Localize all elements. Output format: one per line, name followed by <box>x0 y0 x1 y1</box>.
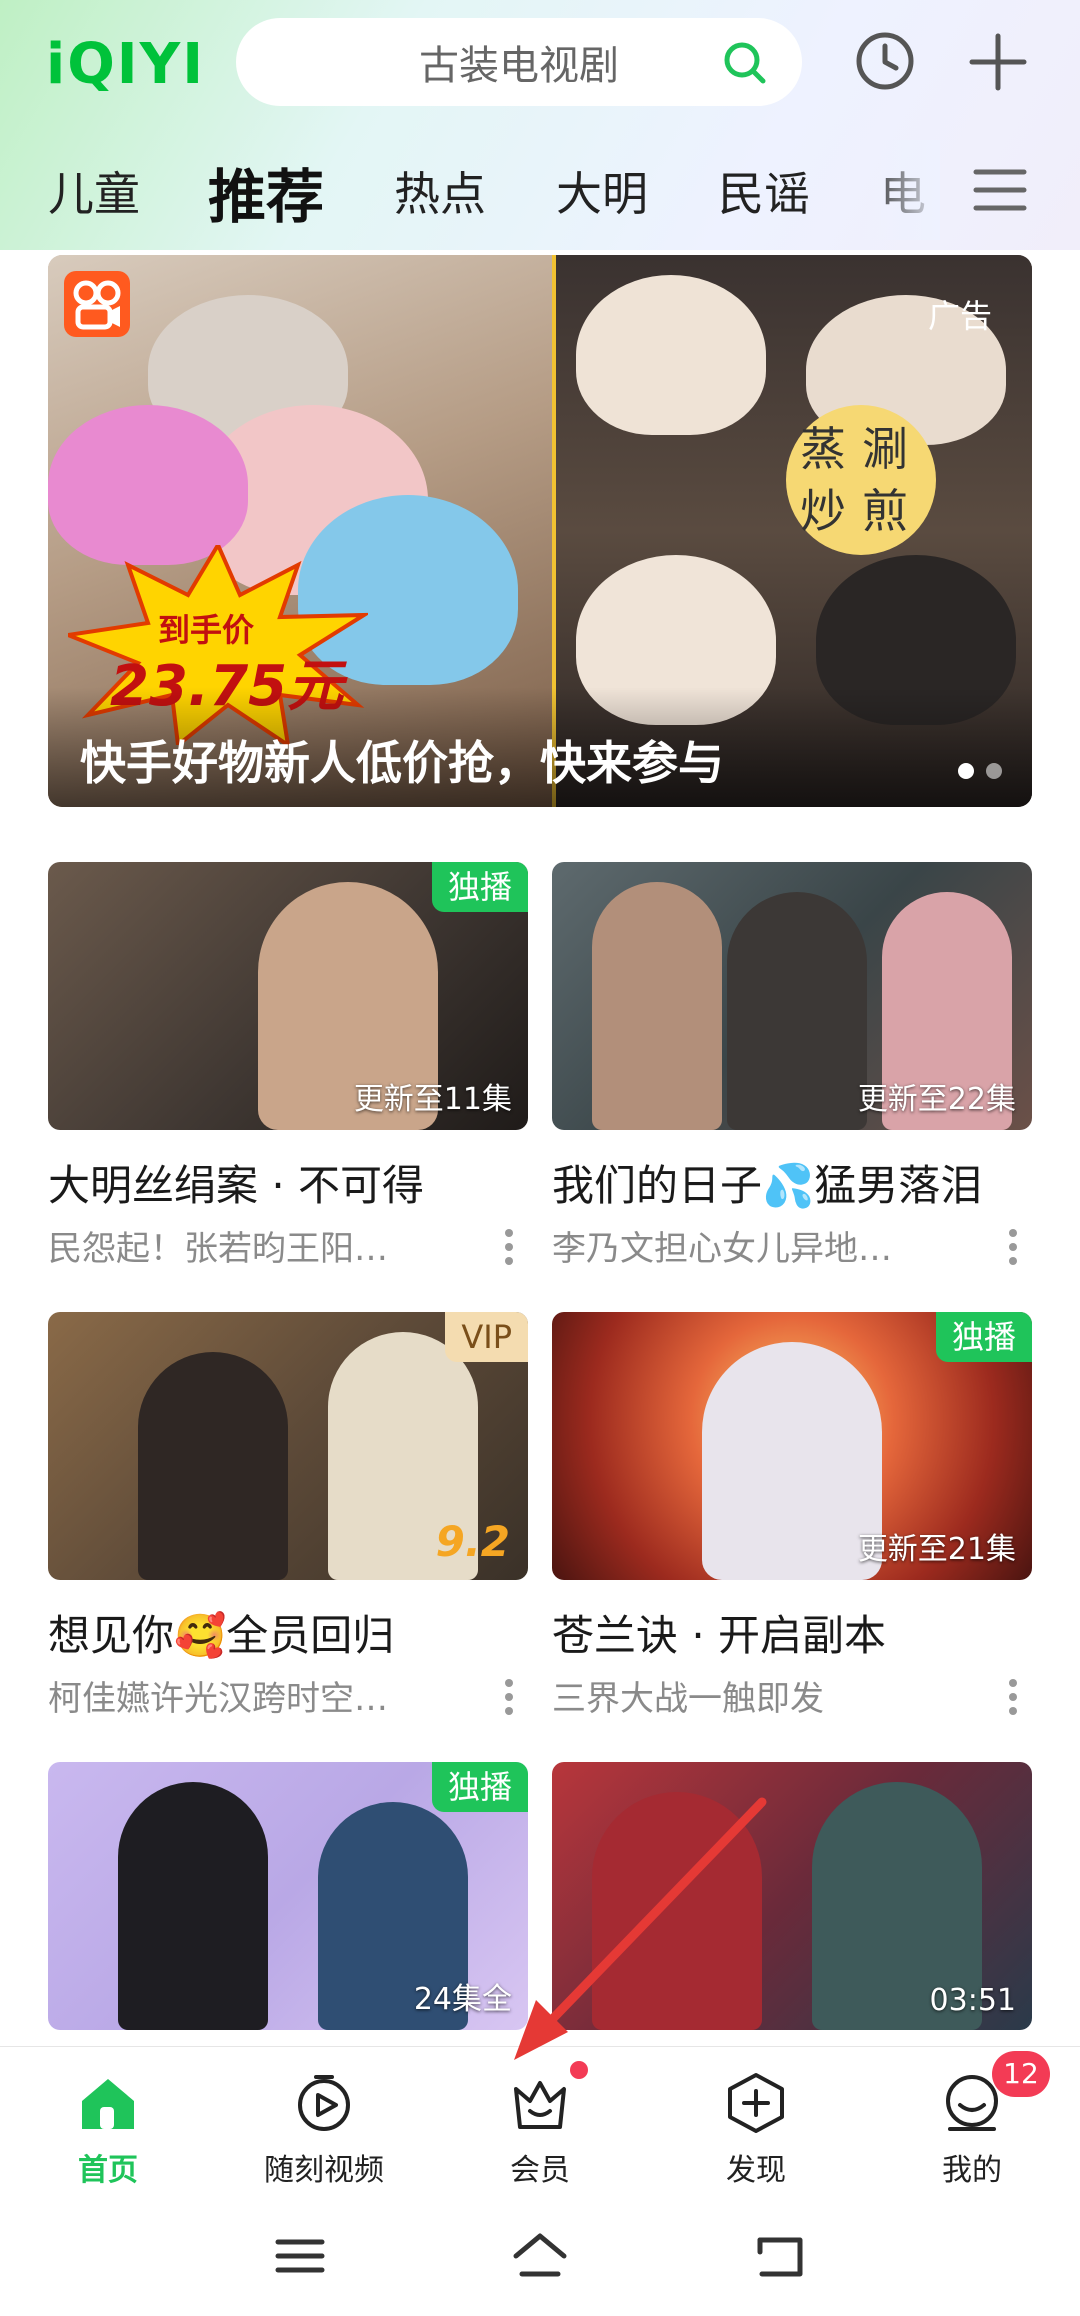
rating-score: 9.2 <box>435 1517 510 1566</box>
egg-pot-image <box>576 275 766 435</box>
card-title[interactable]: 大明丝绢案 · 不可得 <box>48 1152 528 1213</box>
history-clock-icon[interactable] <box>854 30 916 92</box>
card-subtitle-text: 李乃文担心女儿异地… <box>552 1229 892 1269</box>
exclusive-badge: 独播 <box>431 1762 528 1812</box>
nav-vip[interactable]: 会员 <box>432 2047 648 2197</box>
category-tabs: 儿童 推荐 热点 大明 民谣 电 <box>0 140 1080 240</box>
search-placeholder: 古装电视剧 <box>419 43 619 89</box>
actor-figure <box>727 892 867 1130</box>
slogan-circle: 蒸涮炒煎 <box>786 405 936 555</box>
video-card-canglanjue[interactable]: 独播 更新至21集 苍兰诀 · 开启副本 三界大战一触即发 <box>552 1312 1032 1720</box>
video-card-drama[interactable]: 独播 24集全 <box>48 1762 528 2030</box>
nav-suike-video[interactable]: 随刻视频 <box>216 2047 432 2197</box>
search-bar[interactable]: 古装电视剧 <box>236 18 802 106</box>
discover-icon <box>728 2073 784 2133</box>
nav-home[interactable]: 首页 <box>0 2047 216 2197</box>
card-subtitle-text: 柯佳嬿许光汉跨时空… <box>48 1679 388 1719</box>
card-title[interactable]: 苍兰诀 · 开启副本 <box>552 1602 1032 1663</box>
update-status: 更新至21集 <box>857 1532 1016 1567</box>
more-options-icon[interactable] <box>1008 1677 1018 1717</box>
card-subtitle: 民怨起！张若昀王阳… <box>48 1221 528 1270</box>
video-thumbnail[interactable]: 03:51 <box>552 1762 1032 2030</box>
ad-banner[interactable]: 到手价 23.75元 蒸涮炒煎 广告 快手好物新人低价抢，快来参与 <box>48 255 1032 807</box>
recents-menu-icon[interactable] <box>272 2230 328 2282</box>
nav-label: 会员 <box>510 2153 570 2188</box>
video-card-music[interactable]: 03:51 <box>552 1762 1032 2030</box>
notification-dot <box>570 2061 588 2079</box>
nav-label: 随刻视频 <box>264 2153 384 2188</box>
card-subtitle: 柯佳嬿许光汉跨时空… <box>48 1671 528 1720</box>
more-options-icon[interactable] <box>1008 1227 1018 1267</box>
video-thumbnail[interactable]: 独播 更新至21集 <box>552 1312 1032 1580</box>
nav-label: 发现 <box>726 2153 786 2188</box>
video-duration: 03:51 <box>929 1983 1016 2018</box>
card-title[interactable]: 我们的日子💦猛男落泪 <box>552 1152 1032 1213</box>
search-icon[interactable] <box>720 38 768 86</box>
video-card-xiangjianni[interactable]: VIP 9.2 想见你🥰全员回归 柯佳嬿许光汉跨时空… <box>48 1312 528 1720</box>
menu-icon[interactable] <box>970 160 1030 220</box>
top-header: iQIYI 古装电视剧 儿童 推荐 热点 大明 民谣 电 <box>0 0 1080 250</box>
more-options-icon[interactable] <box>504 1227 514 1267</box>
nav-label: 首页 <box>78 2153 138 2188</box>
video-thumbnail[interactable]: 更新至22集 <box>552 862 1032 1130</box>
pagination-dot <box>986 763 1002 779</box>
plus-icon[interactable] <box>966 30 1030 94</box>
card-subtitle-text: 三界大战一触即发 <box>552 1679 824 1719</box>
video-thumbnail[interactable]: VIP 9.2 <box>48 1312 528 1580</box>
notification-count-badge: 12 <box>992 2051 1050 2097</box>
update-status: 更新至11集 <box>353 1082 512 1117</box>
home-icon <box>82 2079 134 2129</box>
tab-daming[interactable]: 大明 <box>556 158 648 224</box>
tab-minyao[interactable]: 民谣 <box>718 158 810 224</box>
tab-redian[interactable]: 热点 <box>394 158 486 224</box>
more-options-icon[interactable] <box>504 1677 514 1717</box>
ad-label[interactable]: 广告 <box>928 291 992 337</box>
vip-crown-icon <box>514 2081 566 2129</box>
noodle-pot-image <box>48 405 248 565</box>
anime-character <box>702 1342 882 1580</box>
pagination-dot-active <box>958 763 974 779</box>
tab-tuijian[interactable]: 推荐 <box>208 150 324 234</box>
banner-title: 快手好物新人低价抢，快来参与 <box>80 736 724 790</box>
video-thumbnail[interactable]: 独播 24集全 <box>48 1762 528 2030</box>
suike-video-icon <box>298 2075 350 2131</box>
iqiyi-logo[interactable]: iQIYI <box>46 30 205 100</box>
episode-count: 24集全 <box>413 1982 512 2017</box>
nav-label: 我的 <box>942 2153 1002 2188</box>
nav-profile[interactable]: 12 我的 <box>864 2047 1080 2197</box>
video-card-damingsijuan[interactable]: 独播 更新至11集 大明丝绢案 · 不可得 民怨起！张若昀王阳… <box>48 862 528 1270</box>
back-button-icon[interactable] <box>752 2230 808 2282</box>
card-subtitle: 三界大战一触即发 <box>552 1671 1032 1720</box>
tab-ertong[interactable]: 儿童 <box>48 158 140 224</box>
nav-discover[interactable]: 发现 <box>648 2047 864 2197</box>
bottom-navigation: 首页 随刻视频 会员 发现 12 我的 <box>0 2046 1080 2196</box>
exclusive-badge: 独播 <box>431 862 528 912</box>
home-button-icon[interactable] <box>512 2230 568 2282</box>
exclusive-badge: 独播 <box>935 1312 1032 1362</box>
actor-figure <box>118 1782 268 2030</box>
tabs-fade <box>860 140 940 240</box>
card-subtitle: 李乃文担心女儿异地… <box>552 1221 1032 1270</box>
vip-badge: VIP <box>445 1312 528 1362</box>
kuaishou-logo-icon <box>64 271 130 337</box>
system-navigation-bar <box>0 2196 1080 2316</box>
update-status: 更新至22集 <box>857 1082 1016 1117</box>
banner-pagination <box>958 763 1002 779</box>
actor-figure <box>138 1352 288 1580</box>
video-card-womenderizi[interactable]: 更新至22集 我们的日子💦猛男落泪 李乃文担心女儿异地… <box>552 862 1032 1270</box>
actor-figure <box>592 882 722 1130</box>
card-title[interactable]: 想见你🥰全员回归 <box>48 1602 528 1663</box>
video-thumbnail[interactable]: 独播 更新至11集 <box>48 862 528 1130</box>
singer-figure <box>592 1792 762 2030</box>
card-subtitle-text: 民怨起！张若昀王阳… <box>48 1229 388 1269</box>
